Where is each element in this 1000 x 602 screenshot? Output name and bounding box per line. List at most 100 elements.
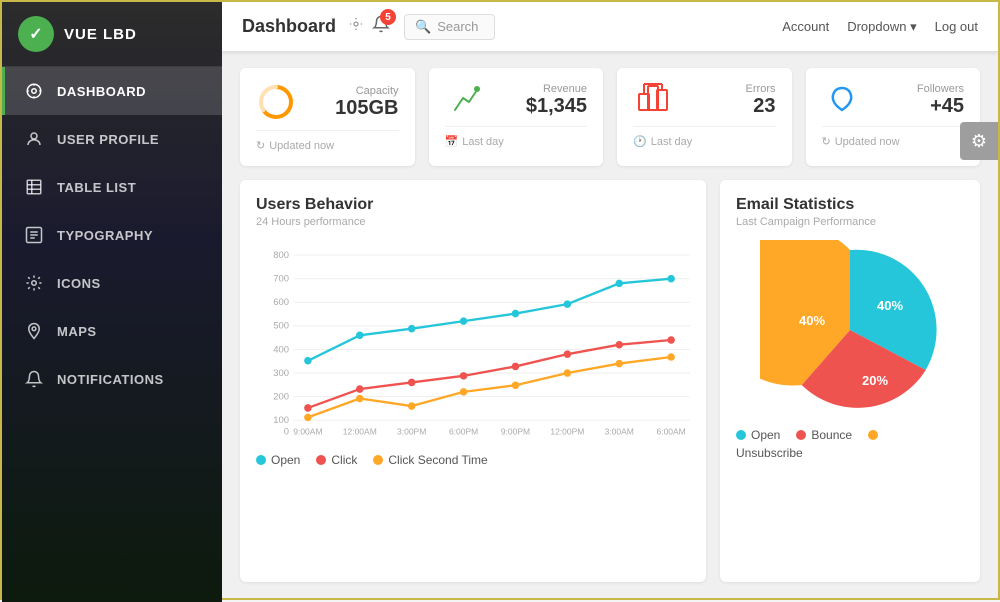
stat-card-followers: Followers +45 ↻ Updated now	[806, 68, 981, 166]
email-statistics-title: Email Statistics	[736, 196, 964, 214]
users-behavior-title: Users Behavior	[256, 196, 690, 214]
maps-icon	[23, 320, 45, 342]
legend-dot-pie-open	[736, 430, 746, 440]
gear-icon: ⚙	[971, 131, 987, 152]
pie-chart-wrap: 40% 20% 40%	[736, 240, 964, 420]
sidebar-item-label-table-list: TABLE LIST	[57, 180, 136, 195]
dropdown-link[interactable]: Dropdown ▾	[847, 19, 916, 35]
calendar-icon: 📅	[445, 135, 459, 148]
sidebar-item-label-typography: TYPOGRAPHY	[57, 228, 153, 243]
settings-fab[interactable]: ⚙	[960, 122, 998, 160]
stat-label-revenue: Revenue	[543, 83, 587, 95]
notification-badge: 5	[380, 9, 396, 25]
unsubscribe-label: Unsubscribe	[736, 446, 964, 460]
sidebar-item-label-user-profile: USER PROFILE	[57, 132, 159, 147]
table-list-icon	[23, 176, 45, 198]
user-profile-icon	[23, 128, 45, 150]
sidebar-item-maps[interactable]: MAPS	[2, 307, 222, 355]
typography-icon	[23, 224, 45, 246]
capacity-icon	[256, 82, 296, 122]
stat-value-errors: 23	[753, 95, 775, 118]
legend-click2: Click Second Time	[373, 453, 487, 467]
sidebar-item-icons[interactable]: ICONS	[2, 259, 222, 307]
line-chart-legend: Open Click Click Second Time	[256, 453, 690, 467]
legend-pie-bounce: Bounce	[796, 428, 852, 442]
stat-card-revenue: Revenue $1,345 📅 Last day	[429, 68, 604, 166]
logo-icon: ✓	[18, 16, 54, 52]
svg-text:40%: 40%	[799, 313, 825, 328]
notification-button[interactable]: 5	[372, 15, 390, 38]
users-behavior-subtitle: 24 Hours performance	[256, 216, 690, 228]
legend-dot-pie-unsubscribe	[868, 430, 878, 440]
errors-icon	[633, 82, 673, 118]
pie-chart-legend: Open Bounce	[736, 428, 964, 442]
svg-text:600: 600	[273, 296, 289, 307]
search-label: Search	[437, 19, 478, 34]
svg-text:400: 400	[273, 343, 289, 354]
clock-icon: 🕐	[633, 135, 647, 148]
stat-footer-capacity: Updated now	[269, 140, 334, 152]
legend-open: Open	[256, 453, 300, 467]
legend-label-pie-open: Open	[751, 428, 780, 442]
stat-footer-followers: Updated now	[835, 136, 900, 148]
svg-text:100: 100	[273, 414, 289, 425]
svg-text:6:00PM: 6:00PM	[449, 426, 478, 436]
sidebar-item-label-dashboard: DASHBOARD	[57, 84, 146, 99]
sidebar-item-typography[interactable]: TYPOGRAPHY	[2, 211, 222, 259]
svg-text:200: 200	[273, 390, 289, 401]
svg-text:6:00AM: 6:00AM	[657, 426, 686, 436]
stats-row: Capacity 105GB ↻ Updated now	[240, 68, 980, 166]
sidebar-item-dashboard[interactable]: DASHBOARD	[2, 67, 222, 115]
logo-text: VUE LBD	[64, 26, 137, 43]
refresh-icon-2: ↻	[822, 135, 831, 148]
svg-text:300: 300	[273, 367, 289, 378]
stat-label-followers: Followers	[917, 83, 964, 95]
stat-value-revenue: $1,345	[526, 95, 587, 118]
sidebar-item-label-icons: ICONS	[57, 276, 101, 291]
sidebar: ✓ VUE LBD DASHBOARD USER PROFILE TABLE L…	[2, 2, 222, 602]
legend-dot-click	[316, 455, 326, 465]
content-area: Capacity 105GB ↻ Updated now	[222, 52, 998, 598]
stat-card-capacity: Capacity 105GB ↻ Updated now	[240, 68, 415, 166]
legend-pie-open: Open	[736, 428, 780, 442]
stat-label-capacity: Capacity	[356, 85, 399, 97]
svg-text:0: 0	[284, 425, 289, 436]
svg-text:40%: 40%	[877, 298, 903, 313]
line-chart: 800 700 600 500 400 300 200 100 0 9:00AM…	[256, 240, 690, 445]
sidebar-item-label-maps: MAPS	[57, 324, 97, 339]
stat-card-errors: Errors 23 🕐 Last day	[617, 68, 792, 166]
svg-text:700: 700	[273, 273, 289, 284]
logout-link[interactable]: Log out	[935, 19, 978, 34]
legend-dot-click2	[373, 455, 383, 465]
svg-text:9:00AM: 9:00AM	[293, 426, 322, 436]
users-behavior-chart: Users Behavior 24 Hours performance	[240, 180, 706, 582]
stat-label-errors: Errors	[746, 83, 776, 95]
legend-label-click2: Click Second Time	[388, 453, 487, 467]
svg-text:3:00AM: 3:00AM	[605, 426, 634, 436]
email-statistics-subtitle: Last Campaign Performance	[736, 216, 964, 228]
svg-text:3:00PM: 3:00PM	[397, 426, 426, 436]
search-box[interactable]: 🔍 Search	[404, 14, 495, 40]
stat-footer-revenue: Last day	[462, 136, 504, 148]
svg-text:500: 500	[273, 320, 289, 331]
sidebar-logo: ✓ VUE LBD	[2, 2, 222, 67]
sidebar-item-table-list[interactable]: TABLE LIST	[2, 163, 222, 211]
revenue-icon	[445, 82, 485, 118]
stat-value-capacity: 105GB	[335, 97, 398, 120]
legend-dot-pie-bounce	[796, 430, 806, 440]
stat-footer-errors: Last day	[651, 136, 693, 148]
topbar: Dashboard 5 🔍 Search Account Dropdown ▾ …	[222, 2, 998, 52]
main-content: ⚙ Dashboard 5 🔍 Search Account Dropdown …	[222, 2, 998, 598]
dashboard-topbar-icon	[348, 16, 364, 37]
svg-text:800: 800	[273, 249, 289, 260]
sidebar-item-user-profile[interactable]: USER PROFILE	[2, 115, 222, 163]
account-link[interactable]: Account	[782, 19, 829, 34]
sidebar-item-notifications[interactable]: NOTIFICATIONS	[2, 355, 222, 403]
followers-icon	[822, 82, 862, 118]
svg-text:20%: 20%	[862, 373, 888, 388]
svg-text:12:00PM: 12:00PM	[550, 426, 584, 436]
icons-icon	[23, 272, 45, 294]
svg-text:9:00PM: 9:00PM	[501, 426, 530, 436]
legend-click: Click	[316, 453, 357, 467]
dashboard-icon	[23, 80, 45, 102]
